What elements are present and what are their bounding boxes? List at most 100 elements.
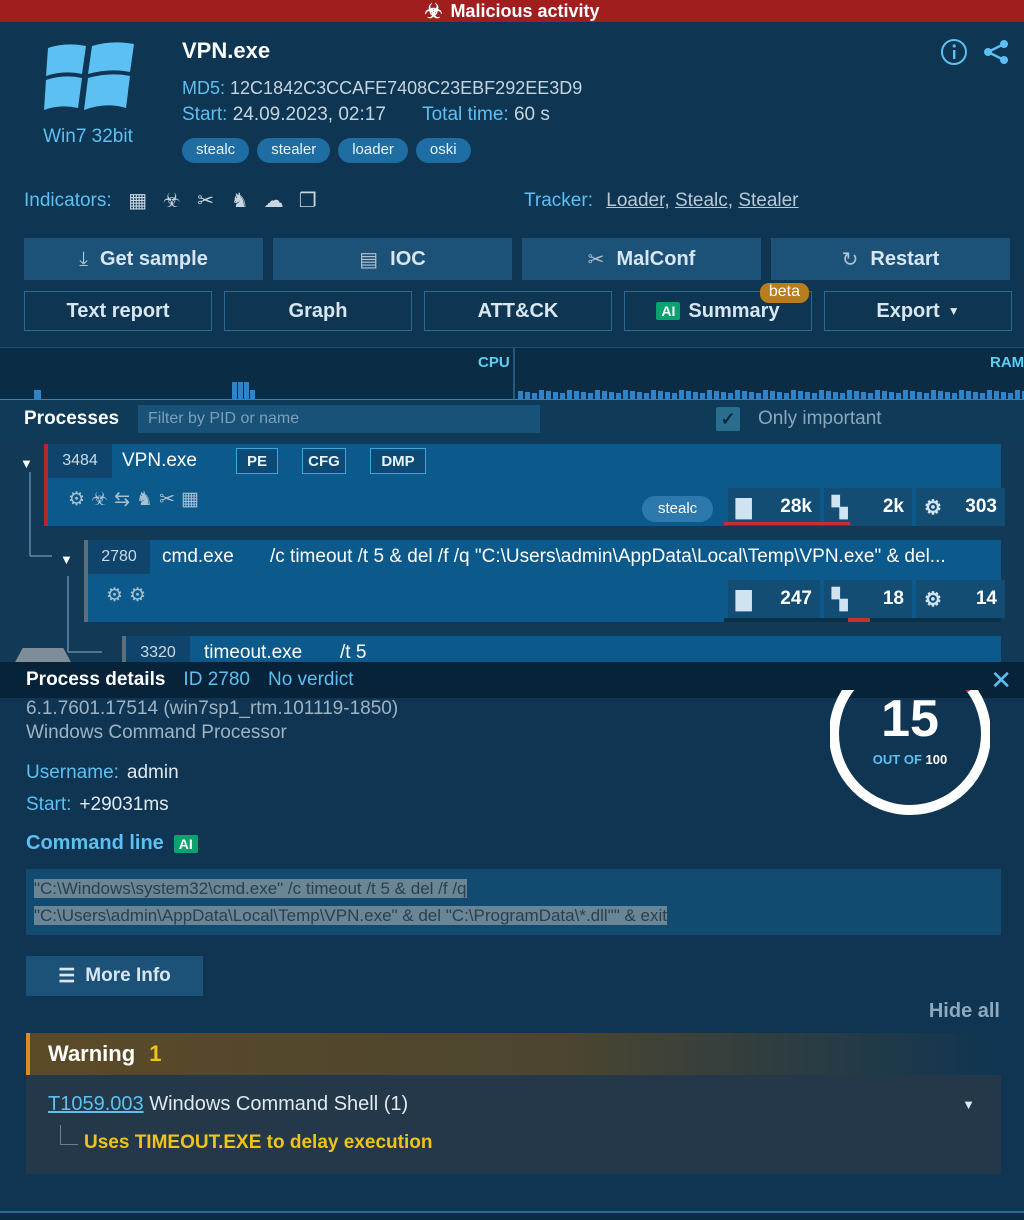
total-time-label: Total time: bbox=[422, 104, 509, 125]
windows-logo-icon bbox=[44, 42, 134, 110]
activity-charts: CPU RAM bbox=[0, 347, 1024, 400]
ai-badge[interactable]: AI bbox=[173, 834, 198, 853]
ram-bar bbox=[539, 390, 544, 400]
tools-icon: ✂ bbox=[159, 489, 181, 510]
ram-bar bbox=[595, 390, 600, 400]
process-pid: 3484 bbox=[48, 444, 112, 478]
tracker-link-stealer[interactable]: Stealer bbox=[738, 190, 798, 211]
dmp-badge[interactable]: DMP bbox=[370, 448, 426, 474]
process-details: 6.1.7601.17514 (win7sp1_rtm.101119-1850)… bbox=[0, 690, 1024, 1220]
files-stat[interactable]: ▇ 28k bbox=[728, 488, 820, 526]
tools-icon[interactable]: ✂ bbox=[192, 188, 220, 213]
files-stat[interactable]: ▇ 247 bbox=[728, 580, 820, 618]
network-icon[interactable]: ☁ bbox=[260, 188, 288, 213]
close-icon[interactable]: ✕ bbox=[990, 665, 1012, 696]
task-header: Win7 32bit VPN.exe MD5: 12C1842C3CCAFE74… bbox=[0, 22, 1024, 347]
export-button[interactable]: Export ▼ bbox=[824, 291, 1012, 331]
process-details-title: Process details bbox=[26, 669, 166, 690]
summary-label: Summary bbox=[688, 299, 780, 322]
executable-icon[interactable]: ▦ bbox=[124, 188, 152, 213]
total-time-value: 60 s bbox=[513, 104, 550, 125]
collapse-icon[interactable]: ▼ bbox=[20, 456, 33, 471]
process-tag[interactable]: stealc bbox=[642, 496, 714, 522]
process-command: /c timeout /t 5 & del /f /q "C:\Users\ad… bbox=[270, 546, 946, 567]
tag[interactable]: oski bbox=[415, 138, 471, 163]
technique-link[interactable]: T1059.003 bbox=[48, 1093, 144, 1115]
restart-button[interactable]: ↻ Restart bbox=[771, 238, 1010, 280]
info-icon[interactable] bbox=[940, 38, 968, 66]
modules-stat[interactable]: ⚙ 14 bbox=[916, 580, 1005, 618]
only-important-checkbox[interactable]: ✓ bbox=[716, 407, 740, 431]
text-report-button[interactable]: Text report bbox=[24, 291, 212, 331]
ram-bar bbox=[973, 392, 978, 400]
process-row[interactable]: 2780 cmd.exe /c timeout /t 5 & del /f /q… bbox=[84, 540, 1005, 622]
process-filter-input[interactable] bbox=[138, 405, 540, 433]
processes-title: Processes bbox=[24, 408, 120, 429]
ram-bar bbox=[728, 393, 733, 400]
md5-value[interactable]: 12C1842C3CCAFE7408C23EBF292EE3D9 bbox=[230, 78, 582, 98]
process-row[interactable]: 3484 VPN.exe PE CFG DMP ⚙☣⇆♞✂▦ stealc ▇ 2… bbox=[44, 444, 1005, 526]
tag[interactable]: loader bbox=[338, 138, 408, 163]
file-name: VPN.exe bbox=[182, 38, 271, 63]
ram-bar bbox=[931, 390, 936, 400]
ram-bar bbox=[560, 393, 565, 400]
ram-bar bbox=[896, 393, 901, 400]
only-important-label: Only important bbox=[758, 408, 882, 429]
biohazard-icon: ☣ bbox=[424, 0, 443, 23]
bottom-border bbox=[0, 1211, 1024, 1220]
ram-bar bbox=[609, 392, 614, 400]
technique-detail[interactable]: Uses TIMEOUT.EXE to delay execution bbox=[84, 1132, 432, 1154]
graph-button[interactable]: Graph bbox=[224, 291, 412, 331]
chevron-down-icon[interactable]: ▼ bbox=[962, 1097, 975, 1112]
hide-all-link[interactable]: Hide all bbox=[929, 1000, 1000, 1023]
tag[interactable]: stealer bbox=[257, 138, 331, 163]
collapse-icon[interactable]: ▼ bbox=[60, 552, 73, 567]
biohazard-icon[interactable]: ☣ bbox=[158, 188, 186, 213]
ioc-button[interactable]: ▤ IOC bbox=[273, 238, 512, 280]
ram-bar bbox=[868, 393, 873, 400]
ram-bar bbox=[805, 392, 810, 400]
executable-icon: ⚙ bbox=[129, 585, 153, 606]
document-icon: ▦ bbox=[180, 489, 205, 510]
spy-icon[interactable]: ♞ bbox=[226, 188, 254, 213]
command-line-label: Command line bbox=[26, 832, 164, 854]
cfg-badge[interactable]: CFG bbox=[302, 448, 346, 474]
registry-stat[interactable]: ▚ 18 bbox=[824, 580, 912, 618]
warning-header[interactable]: Warning 1 bbox=[26, 1033, 1001, 1075]
activity-bar bbox=[724, 522, 850, 525]
ram-bar bbox=[917, 392, 922, 400]
windows-icon[interactable]: ❐ bbox=[294, 188, 322, 213]
spy-icon: ♞ bbox=[136, 489, 160, 510]
get-sample-button[interactable]: ⤓ Get sample bbox=[24, 238, 263, 280]
share-icon[interactable] bbox=[982, 38, 1010, 66]
tracker-link-loader[interactable]: Loader, bbox=[606, 190, 669, 211]
process-activity-icons: ⚙☣⇆♞✂▦ bbox=[68, 488, 205, 511]
ram-bar bbox=[686, 391, 691, 400]
ram-bar bbox=[987, 390, 992, 400]
username-row: Username: admin bbox=[26, 762, 179, 784]
md5-label: MD5: bbox=[182, 78, 226, 98]
process-row[interactable]: 3320 timeout.exe /t 5 bbox=[122, 636, 1001, 662]
tag[interactable]: stealc bbox=[182, 138, 250, 163]
malconf-button[interactable]: ✂ MalConf bbox=[522, 238, 761, 280]
pe-badge[interactable]: PE bbox=[236, 448, 278, 474]
modules-stat[interactable]: ⚙ 303 bbox=[916, 488, 1005, 526]
ram-bar bbox=[1008, 393, 1013, 400]
button-label: IOC bbox=[390, 247, 426, 270]
tracker-link-stealc[interactable]: Stealc, bbox=[675, 190, 733, 211]
ram-bar bbox=[952, 393, 957, 400]
warning-count: 1 bbox=[149, 1041, 162, 1066]
resize-handle[interactable] bbox=[14, 648, 72, 662]
ai-summary-button[interactable]: AI Summary beta bbox=[624, 283, 812, 331]
ram-bar bbox=[861, 392, 866, 400]
button-label: MalConf bbox=[616, 247, 696, 270]
registry-stat[interactable]: ▚ 2k bbox=[824, 488, 912, 526]
command-line-box[interactable]: "C:\Windows\system32\cmd.exe" /c timeout… bbox=[26, 869, 1001, 935]
certificate-icon: ⚙ bbox=[106, 585, 130, 606]
ram-bar bbox=[630, 391, 635, 400]
ram-bar bbox=[819, 390, 824, 400]
process-name: timeout.exe bbox=[204, 642, 303, 662]
more-info-button[interactable]: ☰ More Info bbox=[26, 956, 203, 996]
process-activity-icons: ⚙⚙ bbox=[106, 584, 152, 607]
attck-button[interactable]: ATT&CK bbox=[424, 291, 612, 331]
